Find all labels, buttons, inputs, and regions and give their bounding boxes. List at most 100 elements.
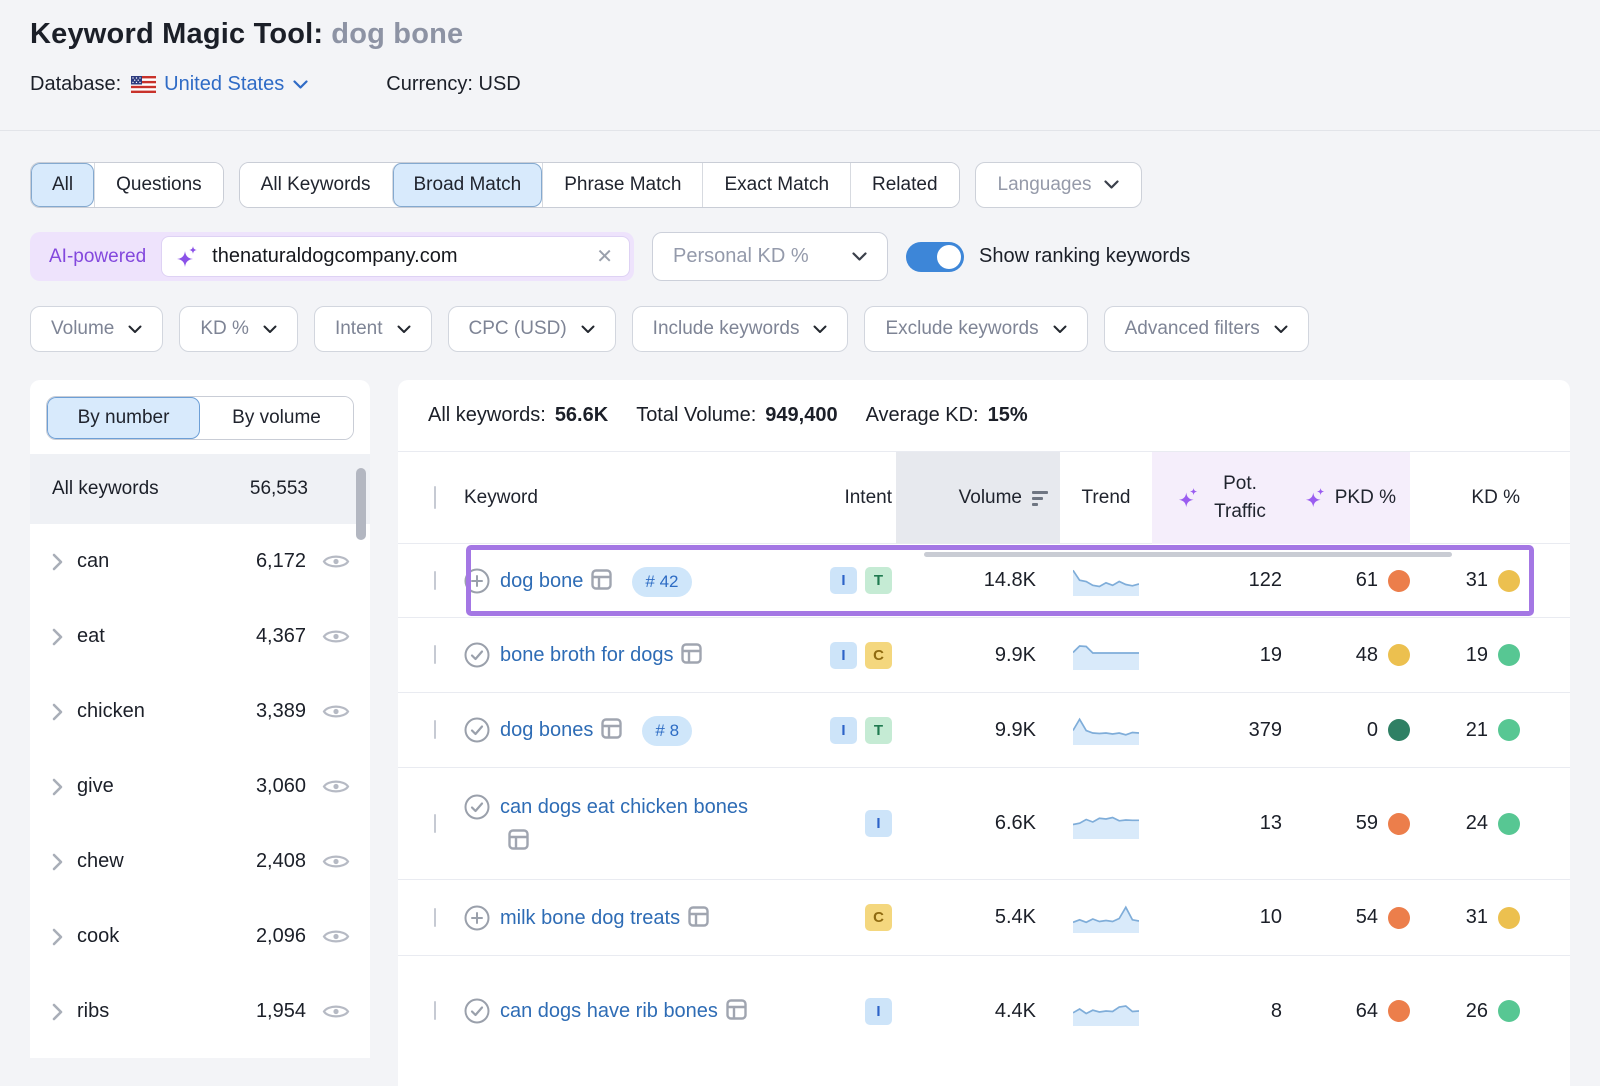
search-input[interactable]: [212, 245, 594, 268]
table-row[interactable]: milk bone dog treats C 5.4K 10 54 31: [398, 880, 1570, 956]
filter-kd[interactable]: KD %: [179, 306, 298, 352]
serp-features-icon[interactable]: [688, 906, 709, 927]
plus-circle-icon[interactable]: [464, 568, 490, 594]
show-ranking-toggle[interactable]: [906, 242, 964, 272]
check-circle-icon[interactable]: [464, 794, 490, 820]
chevron-right-icon[interactable]: [52, 778, 63, 796]
chevron-right-icon[interactable]: [52, 1003, 63, 1021]
personal-kd-dropdown[interactable]: Personal KD %: [652, 232, 888, 281]
kd-value: 19: [1466, 644, 1488, 667]
sparkles-icon: [1178, 487, 1200, 509]
table-row[interactable]: dog bones # 8 I T 9.9K 379 0 21: [398, 693, 1570, 768]
tab-related[interactable]: Related: [850, 163, 959, 207]
group-item-chicken[interactable]: chicken 3,389: [30, 674, 370, 749]
serp-features-icon[interactable]: [601, 718, 622, 739]
chevron-right-icon[interactable]: [52, 703, 63, 721]
eye-icon[interactable]: [322, 777, 350, 796]
filter-intent[interactable]: Intent: [314, 306, 432, 352]
keyword-search-field[interactable]: ✕: [161, 236, 630, 277]
currency: Currency: USD: [386, 73, 521, 96]
eye-icon[interactable]: [322, 627, 350, 646]
eye-icon[interactable]: [322, 552, 350, 571]
database-select[interactable]: United States: [164, 73, 308, 96]
row-checkbox[interactable]: [434, 814, 436, 833]
column-pkd: PKD %: [1282, 452, 1410, 544]
trend-sparkline: [1060, 566, 1152, 596]
keyword-link[interactable]: can dogs have rib bones: [500, 994, 747, 1028]
group-item-chew[interactable]: chew 2,408: [30, 824, 370, 899]
eye-icon[interactable]: [322, 852, 350, 871]
table-row[interactable]: can dogs eat chicken bones I 6.6K 13 59 …: [398, 768, 1570, 880]
keyword-link[interactable]: dog bones: [500, 713, 622, 747]
chevron-down-icon: [293, 80, 308, 90]
clear-input-icon[interactable]: ✕: [594, 244, 615, 269]
tab-phrase-match[interactable]: Phrase Match: [542, 163, 702, 207]
keyword-link[interactable]: dog bone: [500, 564, 612, 598]
page-title-label: Keyword Magic Tool:: [30, 18, 323, 50]
group-item-can[interactable]: can 6,172: [30, 524, 370, 599]
table-row[interactable]: can dogs have rib bones I 4.4K 8 64 26: [398, 956, 1570, 1066]
all-keywords-group[interactable]: All keywords 56,553: [30, 454, 370, 524]
chevron-right-icon[interactable]: [52, 553, 63, 571]
plus-circle-icon[interactable]: [464, 905, 490, 931]
sort-by-number-button[interactable]: By number: [47, 397, 200, 439]
column-volume[interactable]: Volume: [896, 452, 1060, 544]
tab-broad-match[interactable]: Broad Match: [392, 163, 543, 207]
keyword-link[interactable]: milk bone dog treats: [500, 901, 709, 935]
row-checkbox[interactable]: [434, 571, 436, 590]
row-checkbox[interactable]: [434, 908, 436, 927]
filter-exclude-keywords[interactable]: Exclude keywords: [864, 306, 1087, 352]
ranking-position-badge[interactable]: # 42: [632, 567, 691, 597]
row-checkbox[interactable]: [434, 645, 436, 664]
group-item-eat[interactable]: eat 4,367: [30, 599, 370, 674]
eye-icon[interactable]: [322, 1002, 350, 1021]
kd-value: 24: [1466, 812, 1488, 835]
group-item-ribs[interactable]: ribs 1,954: [30, 974, 370, 1049]
tab-exact-match[interactable]: Exact Match: [702, 163, 850, 207]
intent-badge: I: [865, 810, 892, 837]
languages-dropdown[interactable]: Languages: [975, 162, 1142, 208]
select-all-checkbox[interactable]: [434, 486, 436, 509]
check-circle-icon[interactable]: [464, 642, 490, 668]
serp-features-icon[interactable]: [681, 643, 702, 664]
chevron-right-icon[interactable]: [52, 628, 63, 646]
chevron-right-icon[interactable]: [52, 853, 63, 871]
us-flag-icon: [131, 76, 156, 93]
horizontal-scrollbar-thumb[interactable]: [924, 552, 1452, 557]
kd-value: 26: [1466, 1000, 1488, 1023]
table-row[interactable]: bone broth for dogs I C 9.9K 19 48 19: [398, 618, 1570, 693]
intent-badge: I: [830, 642, 857, 669]
sidebar-sort-toggle: By number By volume: [46, 396, 354, 440]
all-keywords-summary-value: 56.6K: [555, 404, 608, 427]
serp-features-icon[interactable]: [591, 569, 612, 590]
tab-all[interactable]: All: [31, 163, 94, 207]
ranking-position-badge[interactable]: # 8: [642, 716, 692, 746]
filter-cpc[interactable]: CPC (USD): [448, 306, 616, 352]
filter-volume[interactable]: Volume: [30, 306, 163, 352]
sort-by-volume-button[interactable]: By volume: [200, 397, 353, 439]
group-item-cook[interactable]: cook 2,096: [30, 899, 370, 974]
keyword-link[interactable]: can dogs eat chicken bones: [500, 790, 748, 858]
tab-questions[interactable]: Questions: [94, 163, 223, 207]
keyword-link[interactable]: bone broth for dogs: [500, 638, 702, 672]
pkd-dot: [1388, 644, 1410, 666]
eye-icon[interactable]: [322, 927, 350, 946]
filter-include-keywords[interactable]: Include keywords: [632, 306, 849, 352]
chevron-right-icon[interactable]: [52, 928, 63, 946]
sidebar-scrollbar-thumb[interactable]: [356, 468, 366, 540]
table-header-row: Keyword Intent Volume Trend Pot. Traffic…: [398, 452, 1570, 544]
serp-features-icon[interactable]: [726, 999, 747, 1020]
check-circle-icon[interactable]: [464, 998, 490, 1024]
personal-kd-label: Personal KD %: [673, 245, 809, 268]
group-item-give[interactable]: give 3,060: [30, 749, 370, 824]
database-row: Database: United States Currency: USD: [30, 73, 1570, 96]
row-checkbox[interactable]: [434, 720, 436, 739]
filter-advanced[interactable]: Advanced filters: [1104, 306, 1309, 352]
row-checkbox[interactable]: [434, 1001, 436, 1020]
eye-icon[interactable]: [322, 702, 350, 721]
check-circle-icon[interactable]: [464, 717, 490, 743]
serp-features-icon[interactable]: [508, 829, 529, 850]
tab-all-keywords[interactable]: All Keywords: [240, 163, 392, 207]
total-volume-value: 949,400: [765, 404, 837, 427]
filters-row: Volume KD % Intent CPC (USD) Include key…: [30, 306, 1570, 352]
